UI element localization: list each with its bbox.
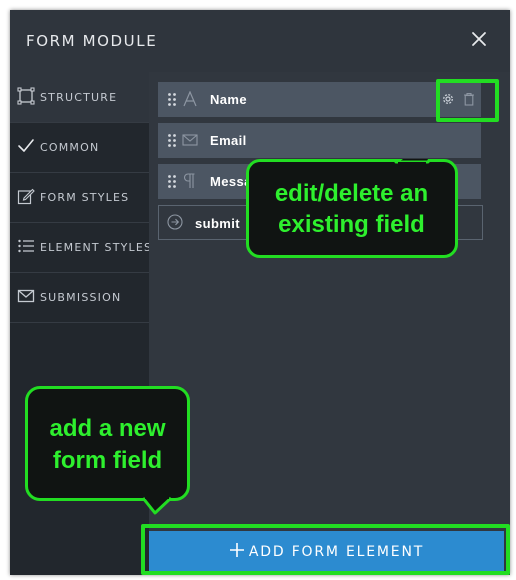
field-label: submit xyxy=(195,216,241,231)
edit-icon xyxy=(17,187,35,205)
edit-delete-callout: edit/delete an existing field xyxy=(246,159,458,258)
check-icon xyxy=(17,137,35,155)
drag-handle-icon[interactable] xyxy=(168,93,176,106)
sidebar-item-label: ELEMENT STYLES xyxy=(40,241,153,254)
sidebar-item-structure[interactable]: STRUCTURE xyxy=(10,72,149,123)
field-row-name[interactable]: Name xyxy=(158,82,481,117)
sidebar-item-element-styles[interactable]: ELEMENT STYLES xyxy=(10,222,153,273)
field-label: Name xyxy=(210,92,248,107)
add-new-callout: add a new form field xyxy=(25,386,190,515)
sidebar-item-label: STRUCTURE xyxy=(40,91,118,104)
close-icon[interactable] xyxy=(468,28,490,50)
field-row-email[interactable]: Email xyxy=(158,123,481,158)
paragraph-icon xyxy=(182,173,198,189)
sidebar-item-form-styles[interactable]: FORM STYLES xyxy=(10,172,149,223)
envelope-icon xyxy=(17,287,35,305)
callout-line: edit/delete an xyxy=(274,180,429,207)
frame-icon xyxy=(17,87,35,105)
callout-line: form field xyxy=(52,447,163,474)
drag-handle-icon[interactable] xyxy=(168,134,176,147)
sidebar-item-label: COMMON xyxy=(40,141,100,154)
sidebar-item-submission[interactable]: SUBMISSION xyxy=(10,272,149,323)
envelope-icon xyxy=(182,132,198,148)
list-icon xyxy=(17,237,35,255)
panel-header: FORM MODULE xyxy=(10,10,510,72)
arrow-circle-icon xyxy=(167,214,183,230)
sidebar-item-label: SUBMISSION xyxy=(40,291,122,304)
callout-line: add a new xyxy=(49,415,166,442)
field-label: Email xyxy=(210,133,247,148)
drag-handle-icon[interactable] xyxy=(168,175,176,188)
edit-delete-highlight xyxy=(436,79,499,122)
text-icon xyxy=(182,91,198,107)
sidebar-item-common[interactable]: COMMON xyxy=(10,122,149,173)
add-button-highlight xyxy=(141,524,510,575)
callout-line: existing field xyxy=(278,211,425,238)
sidebar-item-label: FORM STYLES xyxy=(40,191,130,204)
panel-title: FORM MODULE xyxy=(26,32,158,50)
